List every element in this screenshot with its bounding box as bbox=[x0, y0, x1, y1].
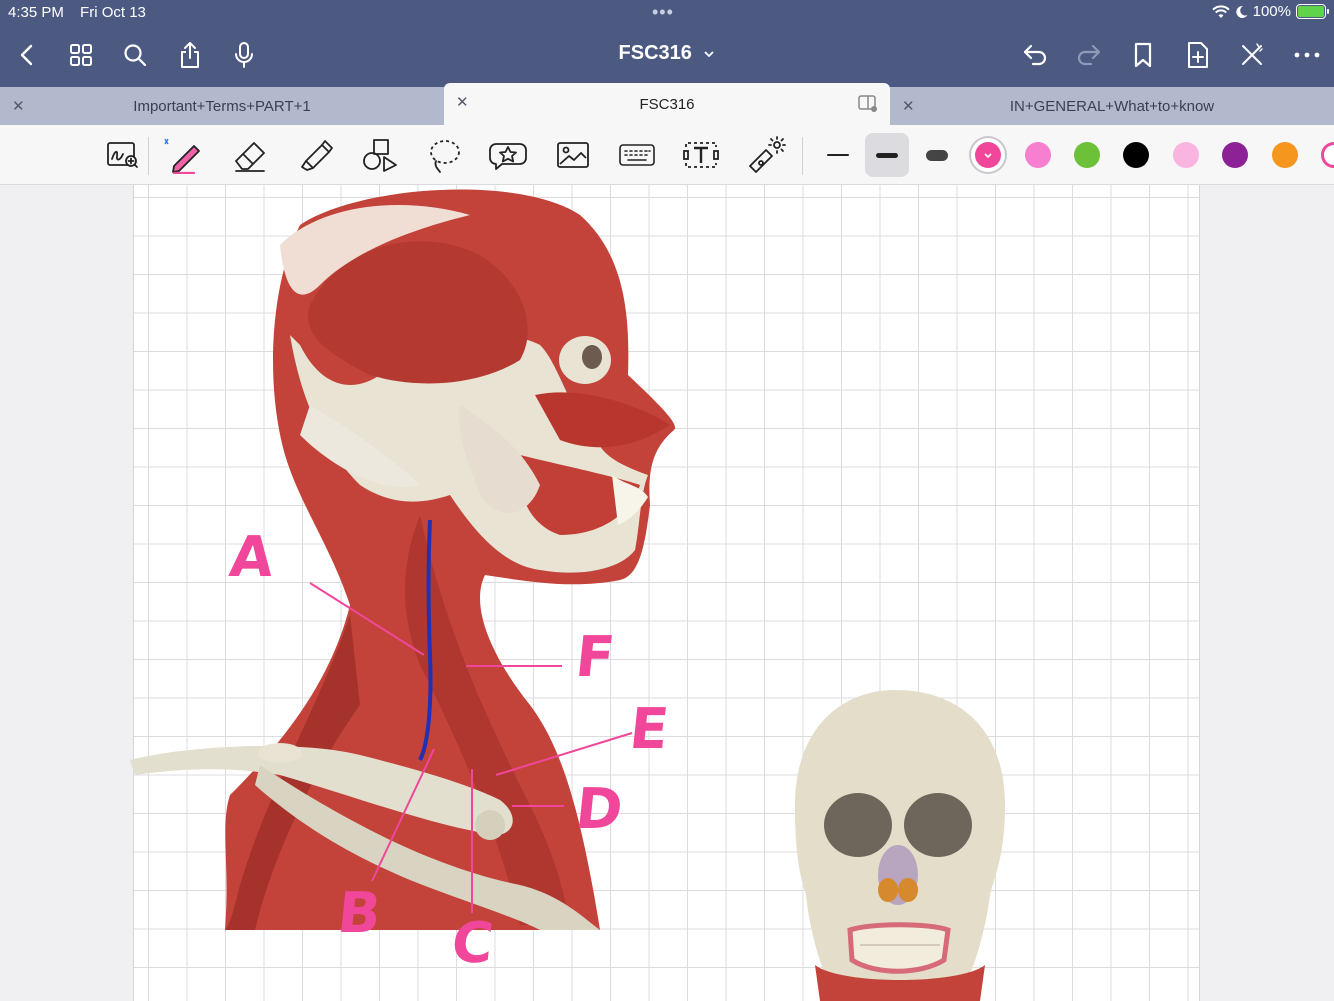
toolbar-divider bbox=[148, 137, 149, 175]
chevron-down-icon bbox=[704, 51, 715, 57]
highlighter-tool-icon[interactable] bbox=[294, 135, 338, 175]
more-icon[interactable] bbox=[1290, 38, 1324, 72]
color-swatch-pale-pink[interactable] bbox=[1173, 142, 1199, 168]
shapes-tool-icon[interactable] bbox=[358, 135, 402, 175]
top-bar: 4:35 PM Fri Oct 13 ••• 100% FSC316 bbox=[0, 0, 1334, 87]
chevron-down-icon bbox=[984, 153, 992, 159]
grid-icon[interactable] bbox=[64, 38, 98, 72]
redo-icon[interactable] bbox=[1072, 38, 1106, 72]
undo-icon[interactable] bbox=[1018, 38, 1052, 72]
anatomy-illustration bbox=[130, 189, 1005, 1001]
skull-front-figure bbox=[795, 690, 1005, 1001]
tab-in-general[interactable]: ✕ IN+GENERAL+What+to+know bbox=[890, 87, 1334, 125]
tab-important-terms[interactable]: ✕ Important+Terms+PART+1 bbox=[0, 87, 444, 125]
image-tool-icon[interactable] bbox=[551, 135, 595, 175]
color-swatch-purple[interactable] bbox=[1222, 142, 1248, 168]
zoom-window-tool-icon[interactable] bbox=[101, 135, 145, 175]
drawing-toolbar bbox=[0, 125, 1334, 185]
ink-label-a[interactable]: A bbox=[227, 525, 277, 590]
color-swatch-pink-selected[interactable] bbox=[975, 142, 1001, 168]
stroke-medium-button[interactable] bbox=[865, 133, 909, 177]
document-title[interactable]: FSC316 bbox=[619, 42, 716, 64]
stroke-thick-sample bbox=[926, 149, 948, 161]
document-title-text: FSC316 bbox=[618, 42, 692, 64]
tab-label: Important+Terms+PART+1 bbox=[133, 97, 311, 115]
status-bar-left: 4:35 PM Fri Oct 13 bbox=[8, 4, 158, 21]
add-page-icon[interactable] bbox=[1181, 38, 1215, 72]
canvas-area[interactable]: A F E D B C bbox=[0, 185, 1334, 1001]
status-bar-right: 100% bbox=[1211, 3, 1329, 20]
elements-tool-icon[interactable] bbox=[486, 135, 530, 175]
multitasking-dots-icon[interactable]: ••• bbox=[652, 2, 674, 23]
tab-close-icon[interactable]: ✕ bbox=[902, 97, 915, 115]
search-icon[interactable] bbox=[118, 38, 152, 72]
stroke-thick-button[interactable] bbox=[915, 133, 959, 177]
toolbar-divider bbox=[802, 137, 803, 175]
tab-close-icon[interactable]: ✕ bbox=[456, 93, 469, 111]
ink-label-d[interactable]: D bbox=[573, 777, 626, 842]
moon-icon bbox=[1235, 5, 1248, 18]
status-time: 4:35 PM bbox=[8, 4, 64, 21]
eraser-tool-icon[interactable] bbox=[228, 135, 272, 175]
ink-label-b[interactable]: B bbox=[335, 881, 385, 946]
lasso-tool-icon[interactable] bbox=[422, 135, 466, 175]
bookmark-icon[interactable] bbox=[1126, 38, 1160, 72]
split-view-icon[interactable] bbox=[858, 95, 878, 113]
stroke-thin-button[interactable] bbox=[816, 133, 860, 177]
battery-percent: 100% bbox=[1252, 3, 1291, 20]
close-x-icon[interactable] bbox=[1235, 38, 1269, 72]
ink-label-c[interactable]: C bbox=[449, 911, 497, 976]
keyboard-tool-icon[interactable] bbox=[615, 135, 659, 175]
tab-fsc316[interactable]: ✕ FSC316 bbox=[444, 83, 890, 125]
color-swatch-light-pink[interactable] bbox=[1025, 142, 1051, 168]
battery-icon bbox=[1296, 4, 1329, 19]
tab-bar: ✕ Important+Terms+PART+1 ✕ FSC316 ✕ IN+G… bbox=[0, 83, 1334, 125]
stroke-medium-sample bbox=[876, 152, 898, 158]
microphone-icon[interactable] bbox=[227, 38, 261, 72]
color-swatch-black[interactable] bbox=[1123, 142, 1149, 168]
color-swatch-orange[interactable] bbox=[1272, 142, 1298, 168]
pen-tool-icon[interactable] bbox=[160, 135, 204, 175]
wifi-icon bbox=[1211, 4, 1230, 18]
color-swatch-partial[interactable] bbox=[1321, 142, 1334, 168]
back-icon[interactable] bbox=[10, 38, 44, 72]
tab-label: FSC316 bbox=[639, 95, 695, 113]
stroke-thin-sample bbox=[827, 154, 849, 156]
laser-pointer-tool-icon[interactable] bbox=[744, 135, 788, 175]
ink-label-e[interactable]: E bbox=[627, 697, 672, 762]
share-icon[interactable] bbox=[173, 38, 207, 72]
text-tool-icon[interactable] bbox=[679, 135, 723, 175]
tab-close-icon[interactable]: ✕ bbox=[12, 97, 25, 115]
color-swatch-green[interactable] bbox=[1074, 142, 1100, 168]
ink-label-f[interactable]: F bbox=[573, 625, 618, 690]
tab-label: IN+GENERAL+What+to+know bbox=[1009, 97, 1215, 115]
status-date: Fri Oct 13 bbox=[80, 4, 146, 21]
